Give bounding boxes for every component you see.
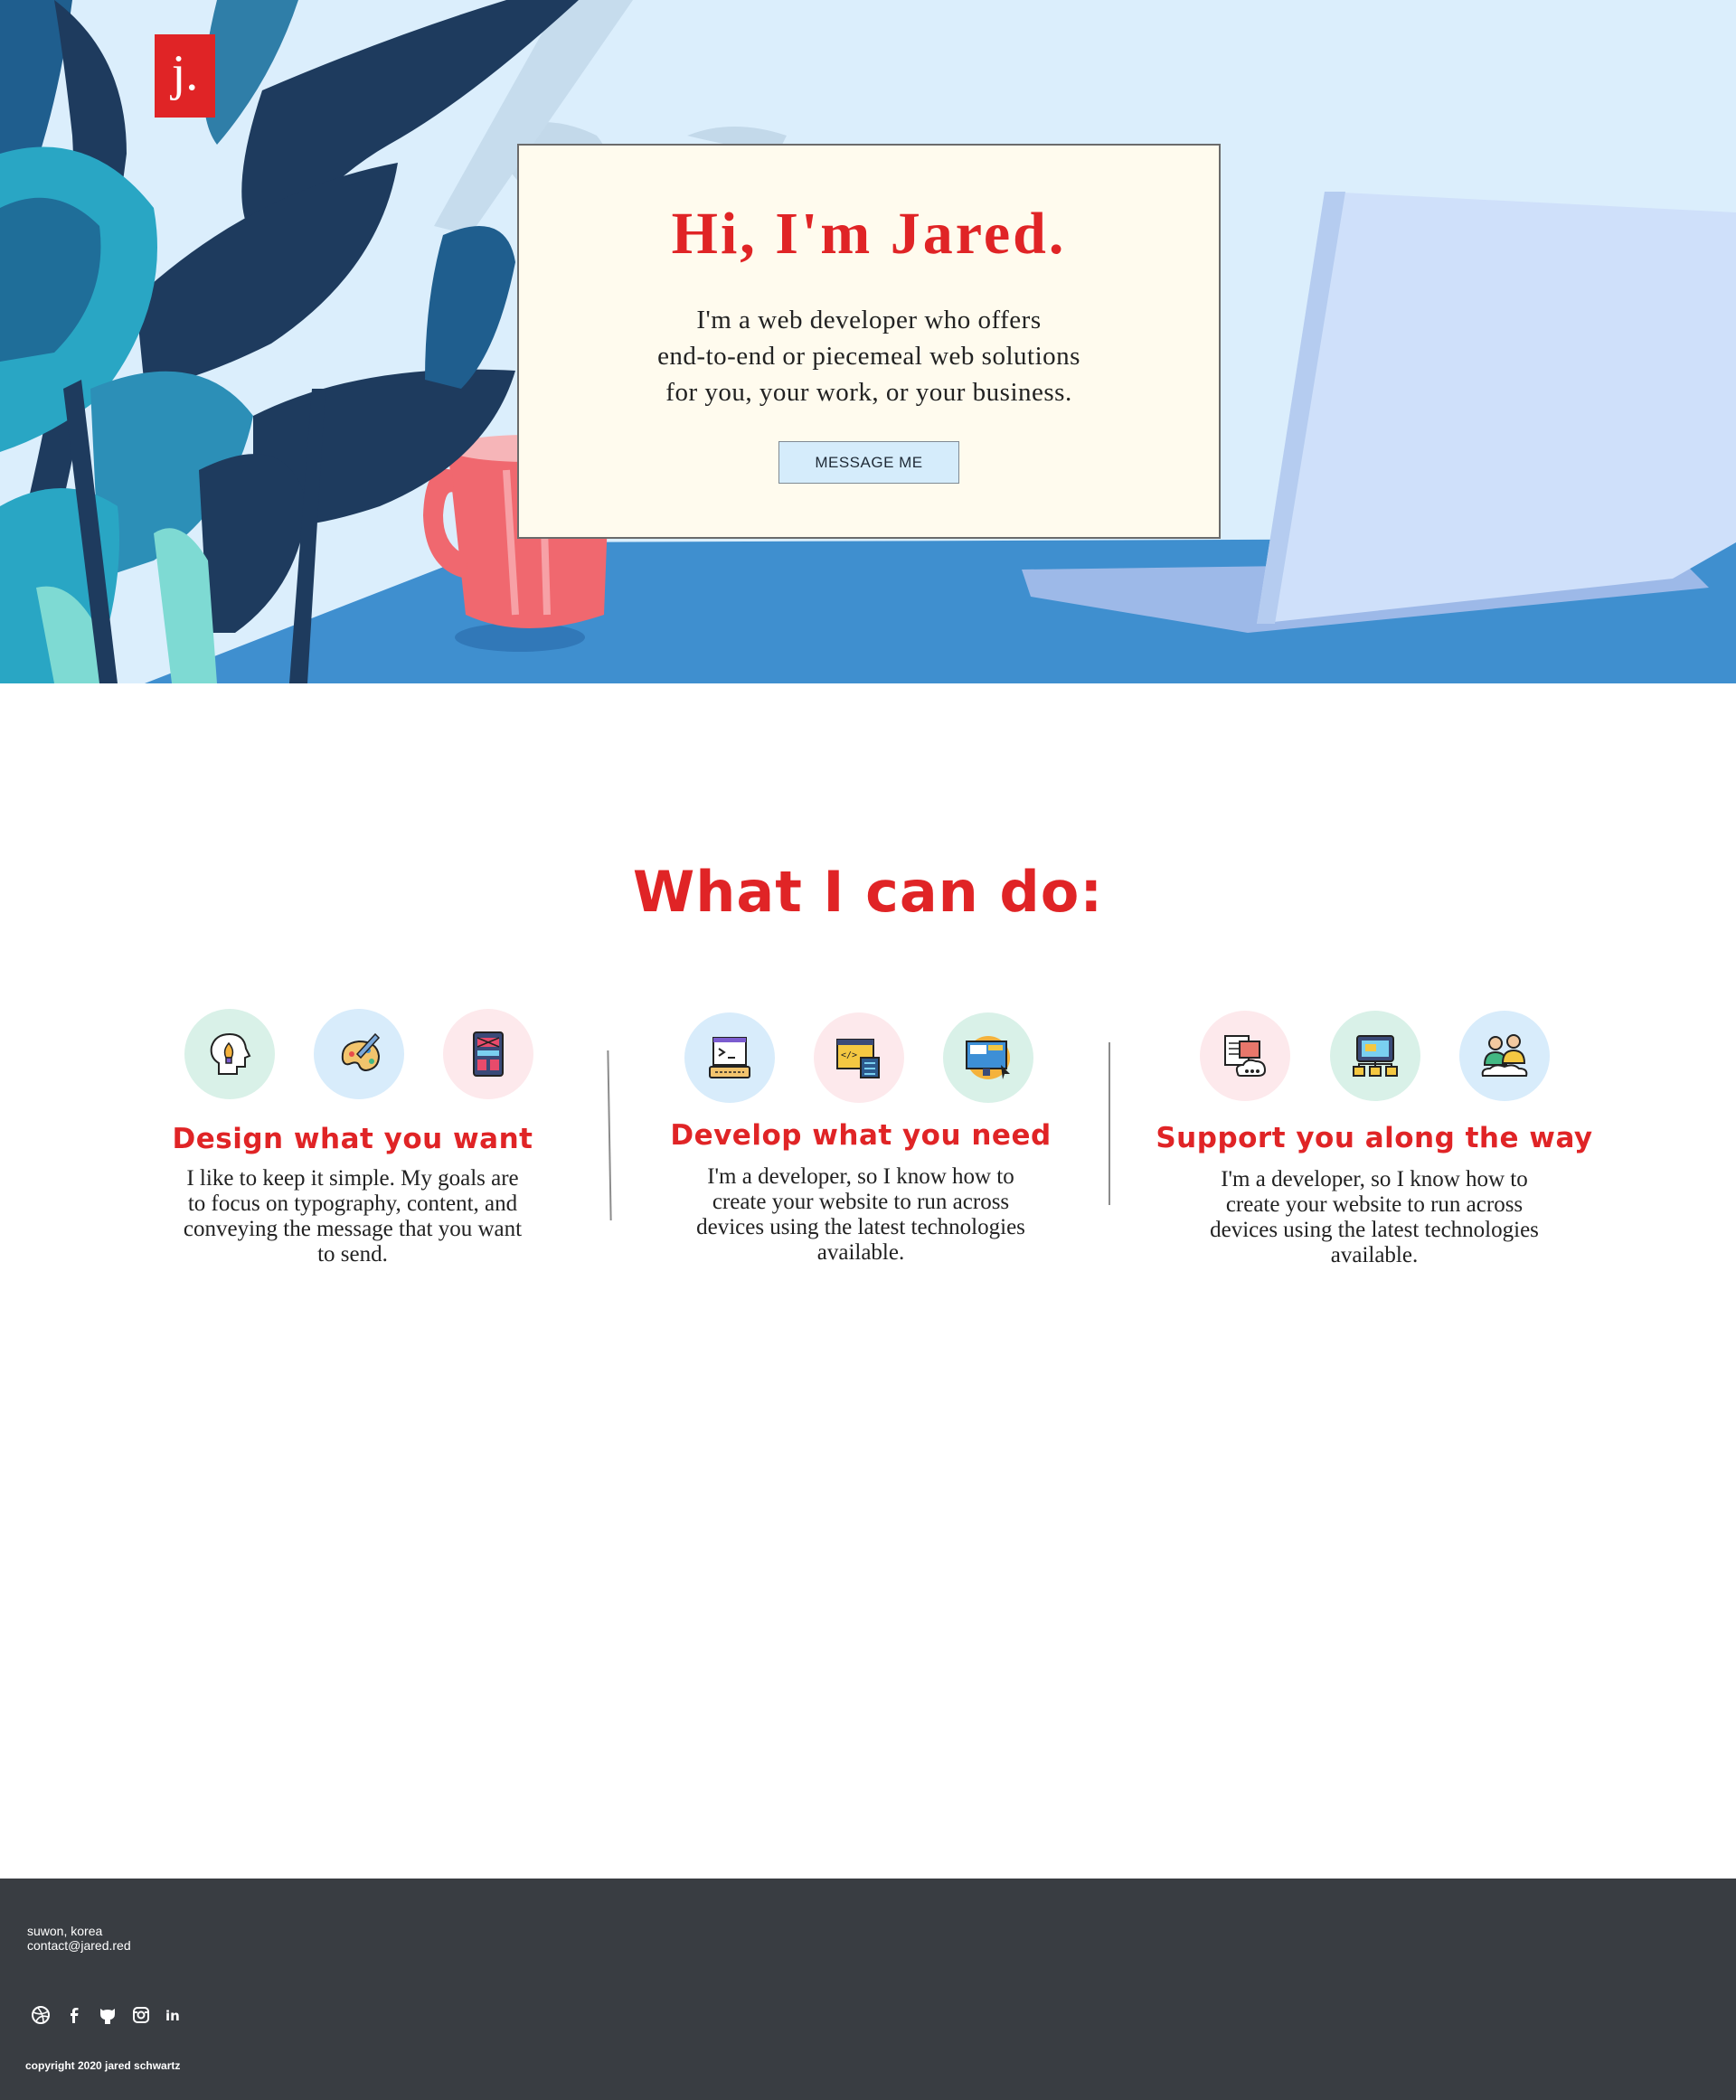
- hero-title: Hi, I'm Jared.: [671, 201, 1067, 267]
- service-description-line: devices using the latest technologies: [1210, 1218, 1539, 1242]
- hero-section: j. Hi, I'm Jared. I'm a web developer wh…: [0, 0, 1736, 683]
- hero-intro-line: I'm a web developer who offers: [696, 306, 1042, 334]
- service-description-line: devices using the latest technologies: [696, 1215, 1025, 1239]
- service-description: I like to keep it simple. My goals are t…: [99, 1166, 606, 1267]
- service-heading: Support you along the way: [1156, 1122, 1593, 1154]
- paint-palette-icon: [314, 1009, 404, 1099]
- service-heading: Design what you want: [172, 1123, 533, 1155]
- instagram-icon[interactable]: [129, 2003, 153, 2027]
- footer-email-link[interactable]: contact@jared.red: [27, 1938, 131, 1953]
- services-title: What I can do:: [632, 859, 1104, 925]
- service-description-line: to send.: [317, 1242, 388, 1267]
- service-description: I'm a developer, so I know how to create…: [608, 1164, 1114, 1266]
- svg-text:</>: </>: [841, 1050, 857, 1060]
- browser-code-icon: </>: [814, 1012, 904, 1103]
- service-heading: Develop what you need: [670, 1119, 1052, 1152]
- linkedin-icon[interactable]: in: [163, 2003, 186, 2027]
- github-icon[interactable]: [96, 2003, 119, 2027]
- message-me-button[interactable]: MESSAGE ME: [778, 441, 959, 484]
- facebook-icon[interactable]: [62, 2003, 86, 2027]
- network-monitor-icon: [1330, 1011, 1420, 1101]
- idea-head-icon: [184, 1009, 275, 1099]
- column-divider: [1109, 1042, 1110, 1205]
- wireframe-layout-icon: [443, 1009, 533, 1099]
- service-description-line: I like to keep it simple. My goals are: [186, 1166, 519, 1191]
- intro-card: Hi, I'm Jared. I'm a web developer who o…: [517, 144, 1221, 539]
- service-description-line: create your website to run across: [1225, 1192, 1524, 1217]
- copyright-text: copyright 2020 jared schwartz: [25, 2059, 181, 2072]
- service-description: I'm a developer, so I know how to create…: [1121, 1167, 1628, 1268]
- service-description-line: available.: [1330, 1243, 1419, 1267]
- team-support-icon: [1459, 1011, 1550, 1101]
- code-terminal-icon: [684, 1012, 775, 1103]
- cloud-documents-icon: [1200, 1011, 1290, 1101]
- site-logo[interactable]: j.: [155, 34, 215, 118]
- responsive-screen-icon: [943, 1012, 1033, 1103]
- service-description-line: conveying the message that you want: [183, 1217, 523, 1241]
- logo-letter: j.: [171, 45, 199, 101]
- hero-intro-line: for you, your work, or your business.: [665, 378, 1072, 407]
- dribbble-icon[interactable]: [29, 2003, 52, 2027]
- service-description-line: to focus on typography, content, and: [187, 1191, 518, 1216]
- service-description-line: create your website to run across: [712, 1190, 1010, 1214]
- service-description-line: I'm a developer, so I know how to: [707, 1164, 1014, 1189]
- service-description-line: available.: [816, 1240, 905, 1265]
- svg-text:in: in: [165, 2008, 180, 2024]
- footer-location: suwon, korea: [27, 1924, 103, 1938]
- hero-intro-line: end-to-end or piecemeal web solutions: [657, 342, 1080, 371]
- site-footer: suwon, korea contact@jared.red in copyri…: [0, 1879, 1736, 2100]
- service-description-line: I'm a developer, so I know how to: [1221, 1167, 1528, 1191]
